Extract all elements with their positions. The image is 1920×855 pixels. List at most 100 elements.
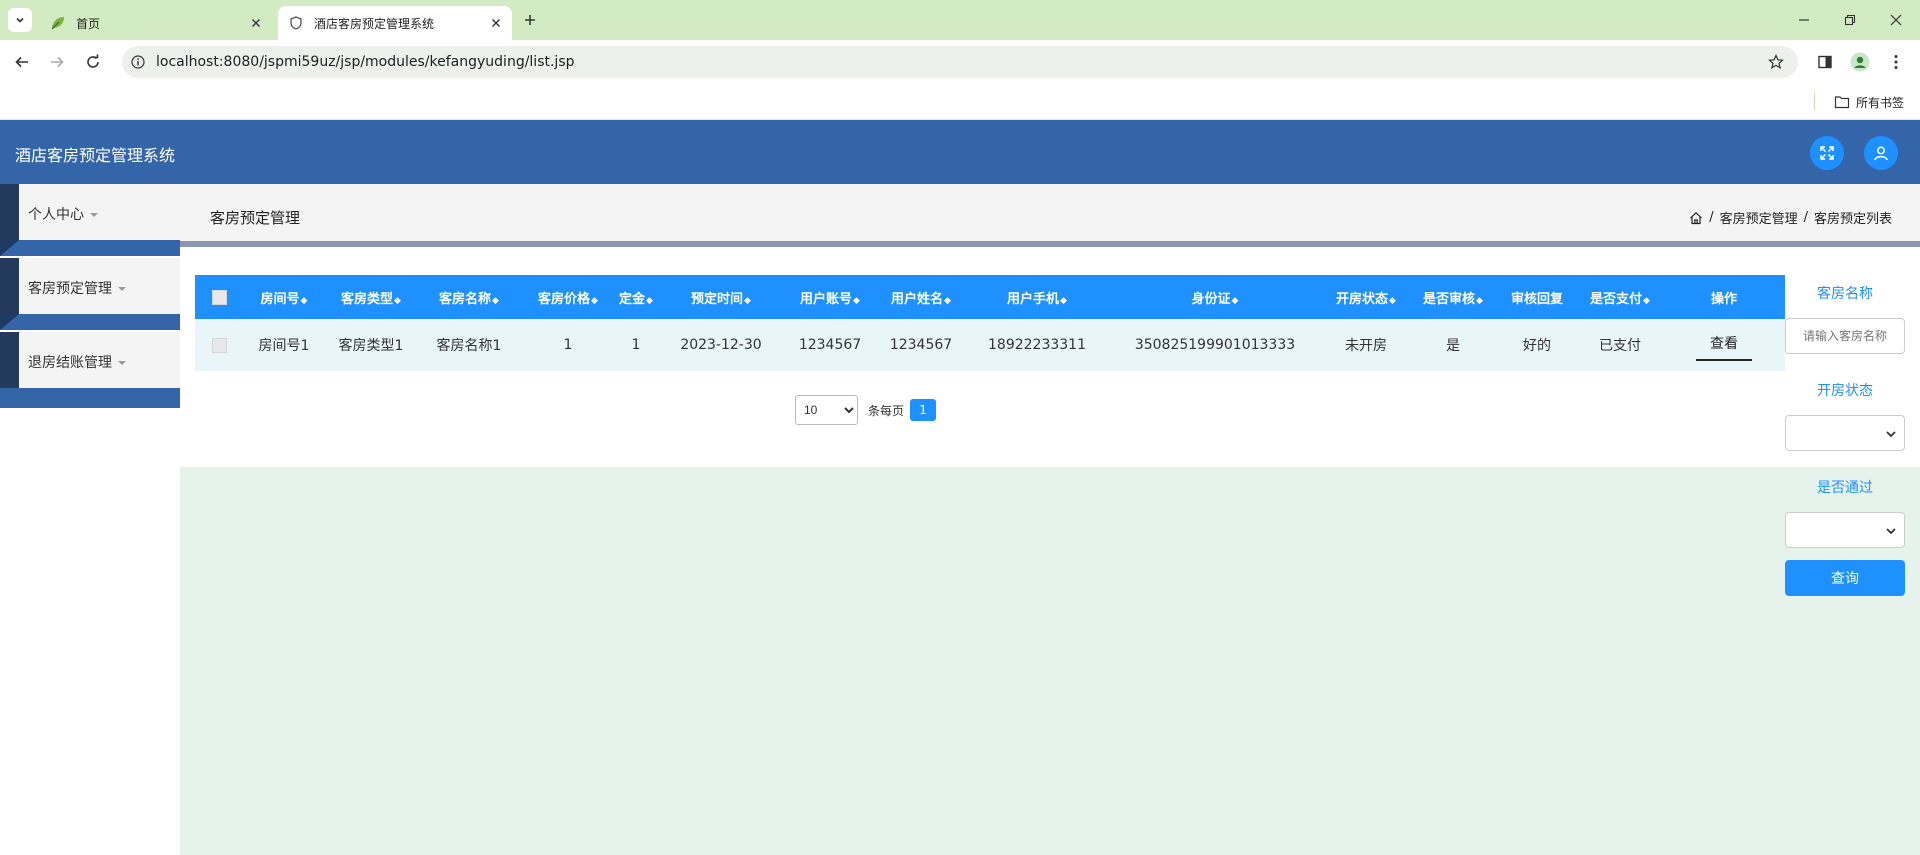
column-header[interactable]: 用户账号◆: [785, 275, 875, 319]
home-icon[interactable]: [1689, 211, 1703, 225]
sidebar-item-checkout-management[interactable]: 退房结账管理: [0, 332, 180, 392]
browser-tab-home[interactable]: 首页: [40, 6, 272, 40]
user-icon: [1873, 145, 1889, 161]
column-header[interactable]: 客房价格◆: [521, 275, 615, 319]
caret-down-icon: [118, 361, 126, 365]
browser-toolbar: localhost:8080/jspmi59uz/jsp/modules/kef…: [0, 40, 1920, 84]
reload-icon: [85, 54, 101, 70]
minimize-icon: [1798, 14, 1810, 26]
side-panel-button[interactable]: [1815, 52, 1835, 72]
column-header[interactable]: 用户手机◆: [967, 275, 1107, 319]
page-button-current[interactable]: 1: [910, 399, 937, 421]
sidebar-band: [0, 314, 180, 330]
cell-room-number: 房间号1: [258, 338, 310, 354]
chevron-down-icon: [15, 15, 25, 25]
pass-select[interactable]: [1785, 512, 1905, 548]
breadcrumb-item: 客房预定列表: [1813, 212, 1892, 227]
column-header[interactable]: 定金◆: [615, 275, 657, 319]
cell-paid: 已支付: [1599, 338, 1641, 354]
sort-icon: ◆: [853, 295, 860, 306]
booking-table: 房间号◆ 客房类型◆ 客房名称◆ 客房价格◆ 定金◆ 预定时间◆ 用户账号◆ 用…: [195, 275, 1785, 371]
column-header[interactable]: 预定时间◆: [657, 275, 785, 319]
room-name-input[interactable]: [1785, 318, 1905, 354]
more-vertical-icon: [1894, 54, 1898, 70]
page-header: 客房预定管理 / 客房预定管理 / 客房预定列表: [180, 184, 1920, 241]
row-checkbox[interactable]: [211, 337, 227, 353]
new-tab-button[interactable]: [520, 10, 540, 30]
close-window-button[interactable]: [1886, 10, 1906, 30]
app-title: 酒店客房预定管理系统: [15, 146, 176, 165]
star-icon[interactable]: [1768, 54, 1784, 70]
cell-id-card: 350825199901013333: [1134, 337, 1296, 353]
sidebar: 个人中心 客房预定管理 退房结账管理: [0, 184, 180, 855]
address-bar[interactable]: localhost:8080/jspmi59uz/jsp/modules/kef…: [122, 46, 1798, 78]
pass-label: 是否通过: [1817, 480, 1873, 496]
table-row: 房间号1 客房类型1 客房名称1 1 1 2023-12-30 1234567 …: [195, 319, 1785, 371]
user-button[interactable]: [1864, 136, 1898, 170]
tab-search-button[interactable]: [8, 8, 32, 32]
sort-icon: ◆: [744, 295, 751, 306]
all-bookmarks-folder[interactable]: 所有书签: [1834, 92, 1904, 112]
shield-icon: [288, 15, 304, 31]
tab-title: 首页: [76, 16, 101, 31]
column-header: 操作: [1710, 291, 1737, 307]
column-header[interactable]: 是否审核◆: [1409, 275, 1497, 319]
browser-tab-bar: 首页 酒店客房预定管理系统: [0, 0, 1920, 40]
cell-room-price: 1: [563, 337, 573, 353]
chevron-down-icon: [1884, 427, 1898, 441]
column-header[interactable]: 开房状态◆: [1323, 275, 1409, 319]
forward-button[interactable]: [47, 52, 67, 72]
page-size-select[interactable]: 10: [795, 395, 858, 425]
column-header[interactable]: 是否支付◆: [1577, 275, 1663, 319]
breadcrumb-item[interactable]: 客房预定管理: [1720, 208, 1798, 227]
sort-icon: ◆: [646, 295, 653, 306]
fullscreen-button[interactable]: [1810, 136, 1844, 170]
profile-button[interactable]: [1850, 52, 1870, 72]
back-button[interactable]: [12, 52, 32, 72]
column-header[interactable]: 客房类型◆: [325, 275, 417, 319]
reload-button[interactable]: [83, 52, 103, 72]
cell-review-reply: 好的: [1523, 338, 1551, 354]
header-divider: [180, 241, 1920, 247]
sidebar-item-booking-management[interactable]: 客房预定管理: [0, 258, 180, 318]
sort-icon: ◆: [1231, 295, 1239, 306]
sort-icon: ◆: [300, 295, 308, 306]
arrow-left-icon: [14, 54, 30, 70]
sort-icon: ◆: [944, 295, 951, 306]
restore-icon: [1844, 14, 1856, 26]
select-all-checkbox[interactable]: [211, 289, 227, 305]
close-icon[interactable]: [488, 15, 504, 31]
sidebar-item-strip: [0, 184, 19, 244]
page-title: 客房预定管理: [210, 209, 301, 227]
all-bookmarks-label: 所有书签: [1856, 95, 1905, 110]
sort-icon: ◆: [394, 295, 401, 306]
sidebar-item-label: 客房预定管理: [28, 278, 126, 298]
info-icon[interactable]: [130, 54, 146, 70]
column-header[interactable]: 用户姓名◆: [875, 275, 967, 319]
sort-icon: ◆: [591, 295, 598, 306]
column-header[interactable]: 房间号◆: [243, 275, 325, 319]
sort-icon: ◆: [1476, 295, 1483, 306]
browser-tab-active[interactable]: 酒店客房预定管理系统: [278, 6, 512, 40]
sidebar-item-personal-center[interactable]: 个人中心: [0, 184, 180, 244]
close-icon[interactable]: [248, 15, 264, 31]
leaf-icon: [50, 15, 66, 31]
view-button[interactable]: 查看: [1696, 329, 1752, 361]
menu-button[interactable]: [1886, 52, 1906, 72]
sidebar-band: [0, 240, 180, 256]
cell-room-type: 客房类型1: [338, 338, 404, 354]
caret-down-icon: [90, 213, 98, 217]
close-icon: [1890, 14, 1902, 26]
column-header[interactable]: 身份证◆: [1107, 275, 1323, 319]
restore-button[interactable]: [1840, 10, 1860, 30]
sort-icon: ◆: [1060, 295, 1067, 306]
status-select[interactable]: [1785, 415, 1905, 451]
minimize-button[interactable]: [1794, 10, 1814, 30]
chevron-down-icon: [1884, 524, 1898, 538]
sidebar-item-strip: [0, 258, 19, 318]
cell-room-name: 客房名称1: [436, 338, 502, 354]
tab-title: 酒店客房预定管理系统: [314, 16, 435, 31]
column-header[interactable]: 客房名称◆: [417, 275, 521, 319]
main-content: 客房预定管理 / 客房预定管理 / 客房预定列表 房间号◆ 客房类型◆ 客房名称…: [180, 184, 1920, 855]
query-button[interactable]: 查询: [1785, 560, 1905, 596]
